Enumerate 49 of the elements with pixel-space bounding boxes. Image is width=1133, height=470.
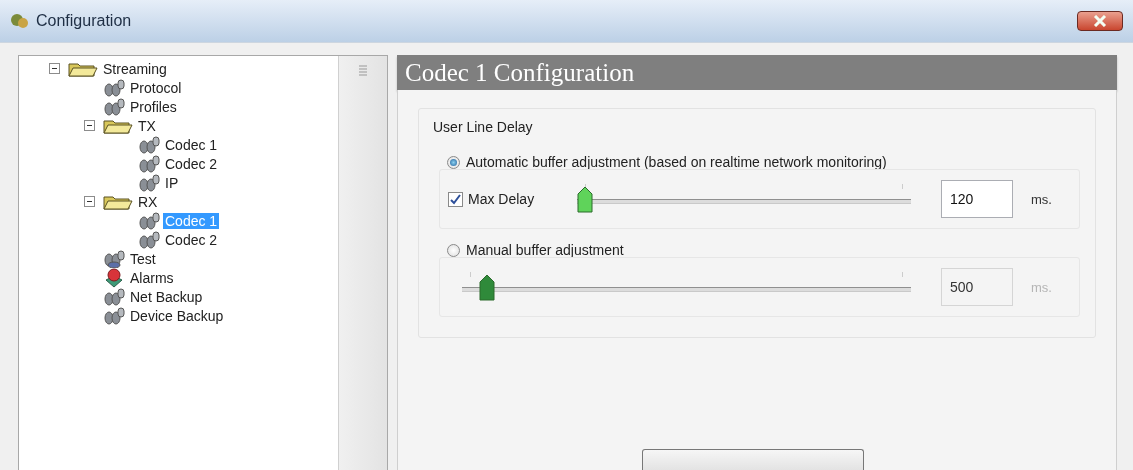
tree-item[interactable]: Profiles xyxy=(128,98,179,115)
figures-icon xyxy=(103,287,125,306)
checkbox[interactable] xyxy=(448,191,463,207)
tree-item[interactable]: Net Backup xyxy=(128,288,205,305)
tree-item[interactable]: TX xyxy=(136,117,158,134)
radio-label: Manual buffer adjustment xyxy=(466,242,624,258)
figures-icon xyxy=(138,135,160,154)
close-icon xyxy=(1093,15,1107,27)
panel-title: Codec 1 Configuration xyxy=(397,55,1117,90)
marker-icon xyxy=(103,267,125,288)
delay-field[interactable]: 120 xyxy=(941,180,1013,218)
tree-item[interactable]: Codec 2 xyxy=(163,155,220,172)
tree-item[interactable]: Alarms xyxy=(128,269,176,286)
folder-icon xyxy=(68,60,98,77)
tree-item[interactable]: Streaming xyxy=(101,60,169,77)
tree-item[interactable]: Device Backup xyxy=(128,307,226,324)
collapse-icon[interactable] xyxy=(84,120,95,131)
figures-icon xyxy=(103,306,125,325)
radio-label: Automatic buffer adjustment (based on realtime network monitoring) xyxy=(466,154,887,170)
group-label: User Line Delay xyxy=(433,119,534,135)
grip-icon xyxy=(358,64,368,78)
check-icon xyxy=(450,193,461,205)
unit-label: ms. xyxy=(1031,279,1053,295)
tree-item[interactable]: Protocol xyxy=(128,79,184,96)
checkbox-label: Max Delay xyxy=(468,191,535,207)
tree-item[interactable]: RX xyxy=(136,193,160,210)
close-button[interactable] xyxy=(1077,11,1123,31)
radio-button[interactable] xyxy=(447,155,460,169)
button[interactable] xyxy=(642,449,864,470)
folder-icon xyxy=(103,117,133,134)
window-title: Configuration xyxy=(36,12,132,30)
scrollbar[interactable] xyxy=(338,56,387,470)
figures-icon xyxy=(138,173,160,192)
collapse-icon[interactable] xyxy=(84,196,95,207)
tree-item[interactable]: Codec 2 xyxy=(163,231,220,248)
figures-icon xyxy=(138,154,160,173)
figures-icon xyxy=(103,97,125,116)
collapse-icon[interactable] xyxy=(49,63,60,74)
tree-item[interactable]: Test xyxy=(128,250,158,267)
app-icon xyxy=(10,12,30,30)
tree-item[interactable]: IP xyxy=(163,174,181,191)
figures-icon xyxy=(103,249,125,268)
tree-item[interactable]: Codec 1 xyxy=(163,136,220,153)
folder-icon xyxy=(103,193,133,210)
unit-label: ms. xyxy=(1031,191,1053,207)
figures-icon xyxy=(103,78,125,97)
figures-icon xyxy=(138,230,160,249)
slider-thumb[interactable] xyxy=(577,186,593,214)
figures-icon xyxy=(138,211,160,230)
